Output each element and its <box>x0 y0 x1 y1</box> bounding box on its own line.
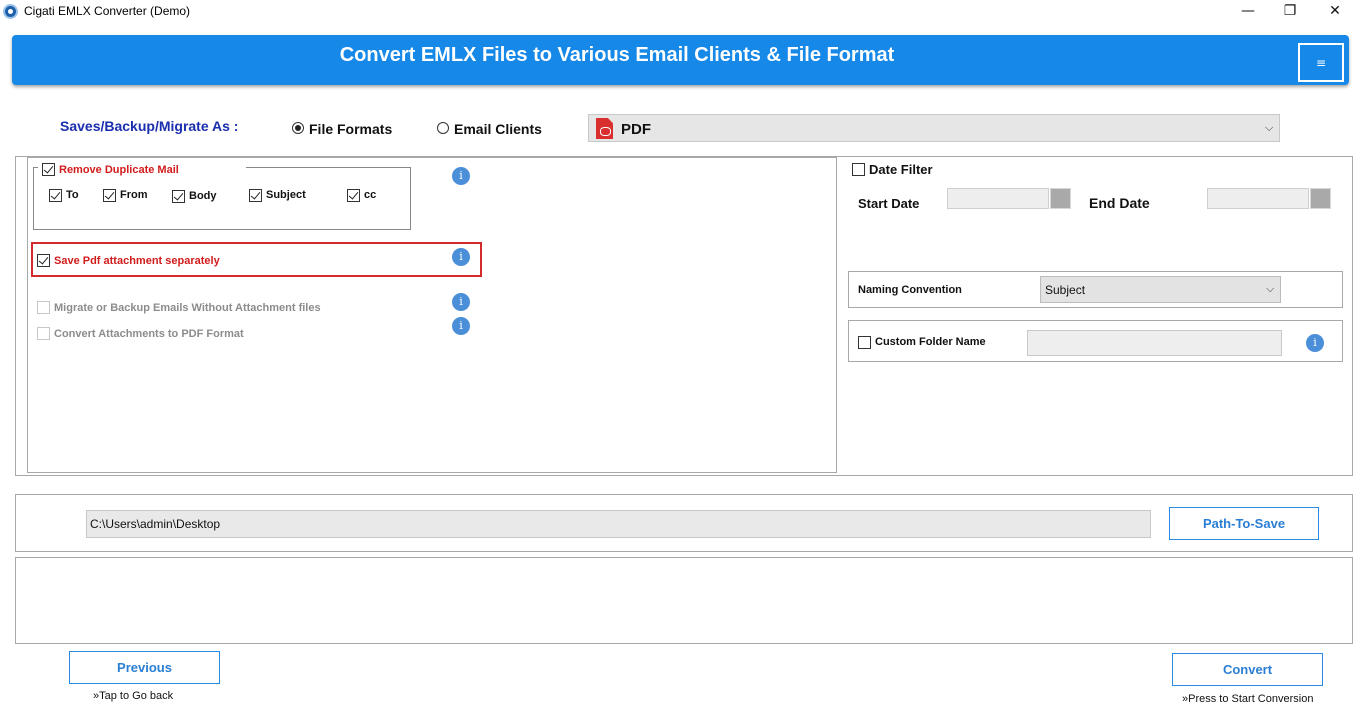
convert-attachments-pdf-checkbox[interactable] <box>37 327 50 340</box>
chevron-down-icon: ⌵ <box>1265 121 1274 134</box>
chevron-down-icon: ⌵ <box>1266 282 1275 295</box>
custom-folder-info-icon[interactable]: i <box>1306 334 1324 352</box>
naming-convention-value: Subject <box>1045 283 1086 297</box>
hamburger-menu-icon: ≡ <box>1315 56 1327 70</box>
close-button[interactable]: ✕ <box>1313 0 1357 24</box>
duplicate-cc-checkbox[interactable] <box>347 189 360 202</box>
app-logo-icon <box>3 4 18 19</box>
save-pdf-info-icon[interactable]: i <box>452 248 470 266</box>
menu-button[interactable]: ≡ <box>1298 43 1344 82</box>
log-panel <box>15 557 1353 644</box>
destination-path-input[interactable]: C:\Users\admin\Desktop <box>86 510 1151 538</box>
page-title: Convert EMLX Files to Various Email Clie… <box>339 44 895 66</box>
remove-duplicate-checkbox[interactable] <box>42 163 55 176</box>
duplicate-from-checkbox[interactable] <box>103 189 116 202</box>
end-date-label: End Date <box>1089 195 1150 211</box>
end-date-input[interactable] <box>1207 188 1309 209</box>
window-title: Cigati EMLX Converter (Demo) <box>24 4 191 18</box>
email-clients-label[interactable]: Email Clients <box>454 121 542 137</box>
previous-button[interactable]: Previous <box>69 651 220 684</box>
file-formats-radio[interactable] <box>292 122 304 134</box>
previous-hint: »Tap to Go back <box>93 690 174 702</box>
duplicate-to-checkbox[interactable] <box>49 189 62 202</box>
email-clients-radio[interactable] <box>437 122 449 134</box>
convert-button[interactable]: Convert <box>1172 653 1323 686</box>
migrate-without-attachment-checkbox[interactable] <box>37 301 50 314</box>
duplicate-body-checkbox[interactable] <box>172 190 185 203</box>
start-date-input[interactable] <box>947 188 1049 209</box>
pdf-icon <box>596 118 613 139</box>
start-date-label: Start Date <box>858 196 920 211</box>
save-as-label: Saves/Backup/Migrate As : <box>60 118 239 134</box>
end-date-picker-button[interactable] <box>1310 188 1331 209</box>
minimize-button[interactable]: — <box>1226 0 1270 24</box>
naming-convention-label: Naming Convention <box>858 284 962 296</box>
duplicate-to-label[interactable]: To <box>66 189 79 201</box>
duplicate-info-icon[interactable]: i <box>452 167 470 185</box>
remove-duplicate-label[interactable]: Remove Duplicate Mail <box>59 164 179 176</box>
migrate-info-icon[interactable]: i <box>452 293 470 311</box>
file-formats-label[interactable]: File Formats <box>309 121 392 137</box>
duplicate-body-label[interactable]: Body <box>189 190 217 202</box>
path-to-save-button[interactable]: Path-To-Save <box>1169 507 1319 540</box>
naming-convention-dropdown[interactable]: Subject ⌵ <box>1040 276 1281 303</box>
duplicate-from-label[interactable]: From <box>120 189 148 201</box>
start-date-picker-button[interactable] <box>1050 188 1071 209</box>
duplicate-cc-label[interactable]: cc <box>364 189 376 201</box>
header-banner: Convert EMLX Files to Various Email Clie… <box>12 35 1349 85</box>
convert-attachments-info-icon[interactable]: i <box>452 317 470 335</box>
save-pdf-attachment-label[interactable]: Save Pdf attachment separately <box>54 255 220 267</box>
title-bar: Cigati EMLX Converter (Demo) — ❐ ✕ <box>0 0 1360 24</box>
duplicate-subject-label[interactable]: Subject <box>266 189 306 201</box>
custom-folder-label[interactable]: Custom Folder Name <box>875 336 986 348</box>
format-dropdown-value: PDF <box>621 121 651 138</box>
save-pdf-attachment-checkbox[interactable] <box>37 254 50 267</box>
convert-hint: »Press to Start Conversion <box>1182 693 1314 705</box>
duplicate-subject-checkbox[interactable] <box>249 189 262 202</box>
restore-button[interactable]: ❐ <box>1268 0 1312 24</box>
convert-attachments-pdf-label: Convert Attachments to PDF Format <box>54 328 244 340</box>
custom-folder-checkbox[interactable] <box>858 336 871 349</box>
date-filter-label[interactable]: Date Filter <box>869 162 933 177</box>
format-dropdown[interactable]: PDF ⌵ <box>588 114 1280 142</box>
date-filter-checkbox[interactable] <box>852 163 865 176</box>
migrate-without-attachment-label: Migrate or Backup Emails Without Attachm… <box>54 302 321 314</box>
custom-folder-input[interactable] <box>1027 330 1282 356</box>
